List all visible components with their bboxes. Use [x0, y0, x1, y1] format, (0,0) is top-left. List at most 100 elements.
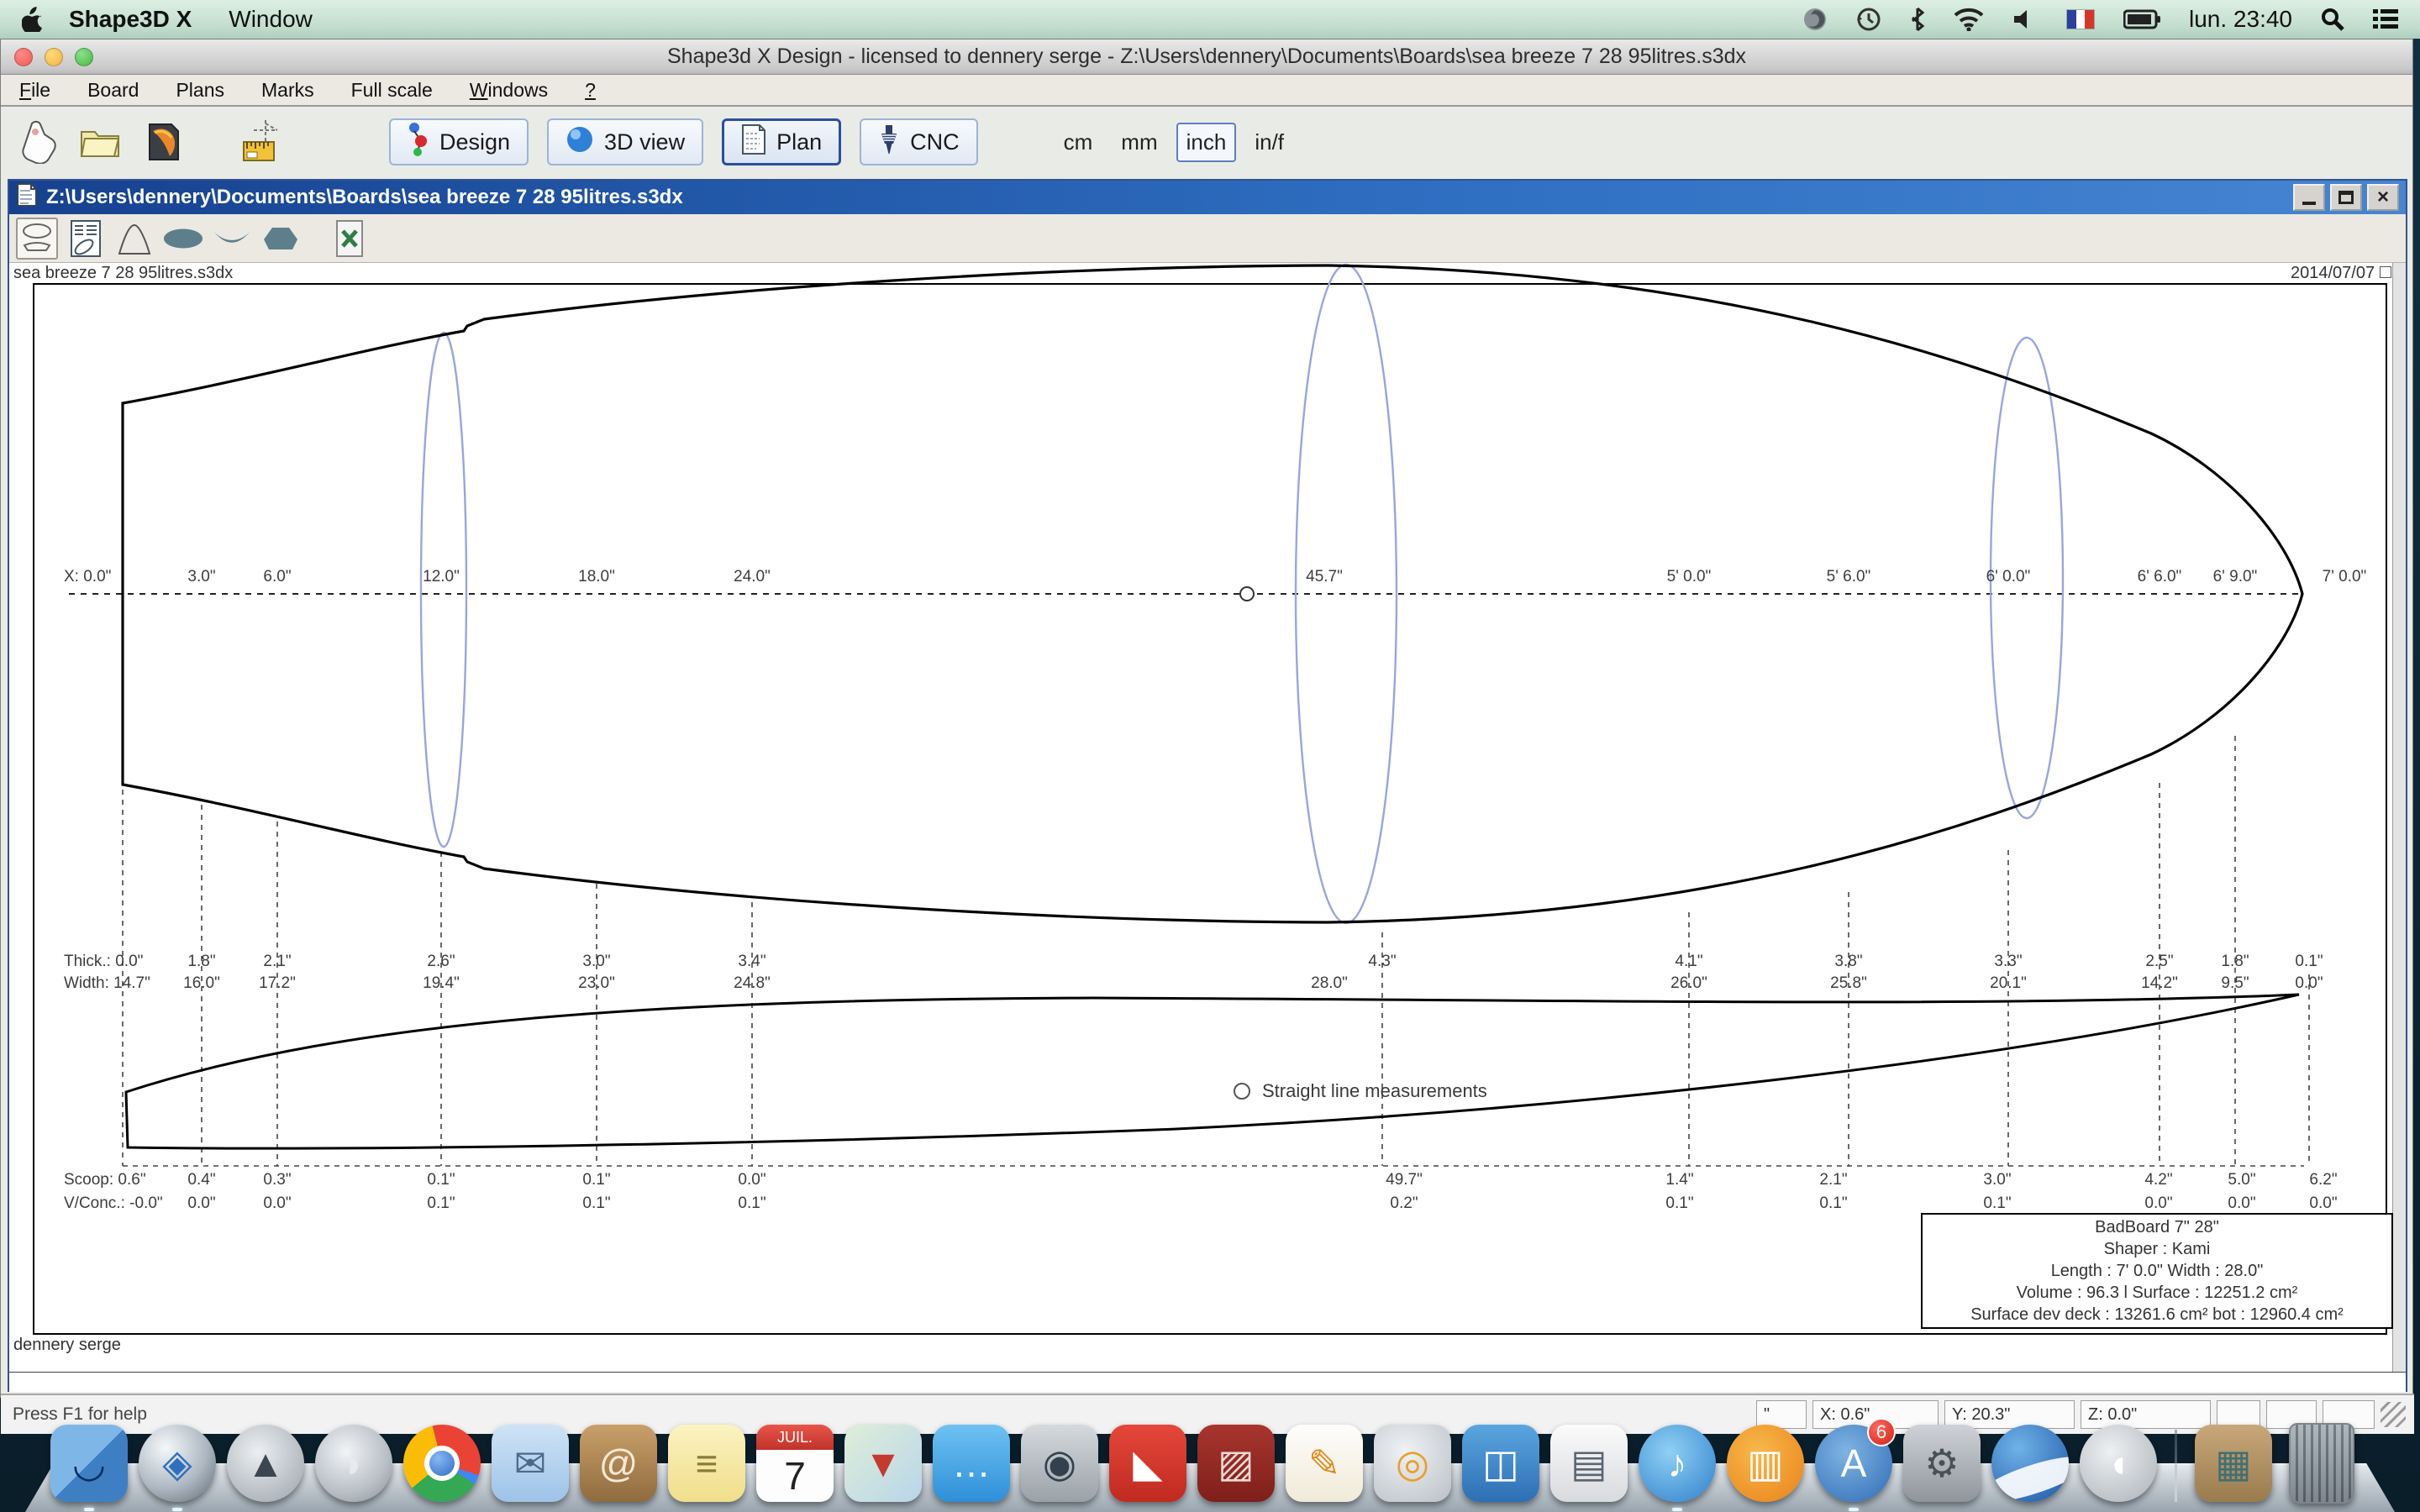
menu-board[interactable]: Board — [69, 79, 157, 102]
dock-launchpad[interactable]: ▲ — [227, 1425, 304, 1502]
mdi-maximize-button[interactable] — [2330, 184, 2362, 211]
contacts-icon[interactable]: @ — [580, 1425, 657, 1502]
date-checkbox[interactable] — [2380, 266, 2391, 278]
input-language-flag-fr[interactable] — [2066, 9, 2095, 29]
unit-mm[interactable]: mm — [1111, 123, 1167, 162]
export-excel-icon[interactable] — [329, 218, 371, 260]
messages-icon[interactable]: … — [933, 1425, 1010, 1502]
3d-view-button[interactable]: 3D view — [547, 118, 703, 165]
dock-ibooks[interactable]: ▥ — [1727, 1425, 1804, 1502]
ibooks-icon[interactable]: ▥ — [1727, 1425, 1804, 1502]
dock-system-preferences[interactable]: ⚙ — [1903, 1425, 1981, 1502]
measurements-table-icon[interactable] — [65, 218, 107, 260]
volume-icon[interactable] — [2012, 8, 2038, 31]
vertical-scrollbar[interactable] — [2392, 263, 2406, 1372]
dock-mail[interactable]: ✉ — [492, 1425, 569, 1502]
keynote-icon[interactable]: ◫ — [1462, 1425, 1539, 1502]
chrome-icon[interactable] — [403, 1425, 481, 1502]
facetime-icon[interactable]: ◉ — [1021, 1425, 1098, 1502]
dock-chrome[interactable] — [403, 1425, 481, 1502]
system-preferences-icon[interactable]: ⚙ — [1903, 1425, 1981, 1502]
photos-app-icon[interactable]: ▤ — [1550, 1425, 1628, 1502]
menu-plans[interactable]: Plans — [157, 79, 243, 102]
menubar-clock[interactable]: lun. 23:40 — [2189, 6, 2292, 33]
finder-icon[interactable]: ◡ — [50, 1425, 128, 1502]
window-titlebar[interactable]: Shape3d X Design - licensed to dennery s… — [1, 39, 2412, 75]
dock-itunes[interactable]: ♪ — [1639, 1425, 1716, 1502]
unit-cm[interactable]: cm — [1054, 123, 1103, 162]
notification-center-icon[interactable] — [2373, 8, 2398, 30]
menubar-app-name[interactable]: Shape3D X — [69, 6, 192, 33]
documents-stack-icon[interactable]: ▦ — [2195, 1425, 2272, 1502]
iphoto-icon[interactable]: ◎ — [1374, 1425, 1451, 1502]
dock-finder[interactable]: ◡ — [50, 1425, 128, 1502]
dock-keynote[interactable]: ◫ — [1462, 1425, 1539, 1502]
open-folder-icon[interactable] — [76, 118, 125, 166]
itunes-icon[interactable]: ♪ — [1639, 1425, 1716, 1502]
resize-grip[interactable] — [2381, 1402, 2406, 1427]
silver-disc-app-icon[interactable]: ◗ — [315, 1425, 392, 1502]
dock-trash[interactable] — [2283, 1425, 2360, 1502]
trash-icon[interactable] — [2289, 1423, 2354, 1504]
board-file-icon[interactable] — [139, 118, 187, 166]
launchpad-icon[interactable]: ▲ — [227, 1425, 304, 1502]
dock-google-earth[interactable] — [1991, 1425, 2069, 1502]
dock-silver-disc-app[interactable]: ◗ — [315, 1425, 392, 1502]
bottom-curve-icon[interactable] — [211, 218, 253, 260]
wifi-icon[interactable] — [1954, 8, 1984, 31]
foil-curve-icon[interactable] — [113, 218, 155, 260]
dock-app-store[interactable]: A6 — [1815, 1425, 1892, 1502]
dock-documents-stack[interactable]: ▦ — [2195, 1425, 2272, 1502]
mdi-minimize-button[interactable] — [2293, 184, 2325, 211]
spotlight-icon[interactable] — [2321, 8, 2344, 31]
bluetooth-icon[interactable] — [1910, 7, 1925, 32]
dock-facetime[interactable]: ◉ — [1021, 1425, 1098, 1502]
battery-icon[interactable] — [2123, 9, 2160, 29]
dock-gray-crescent-app[interactable]: ◖ — [2080, 1425, 2157, 1502]
apple-menu-icon[interactable] — [22, 7, 44, 32]
photo-booth-icon[interactable]: ▨ — [1197, 1425, 1275, 1502]
google-earth-icon[interactable] — [1991, 1425, 2069, 1502]
unit-inch[interactable]: inch — [1176, 123, 1237, 162]
dock-photos-app[interactable]: ▤ — [1550, 1425, 1628, 1502]
design-button[interactable]: Design — [389, 118, 529, 165]
mdi-titlebar[interactable]: Z:\Users\dennery\Documents\Boards\sea br… — [9, 181, 2406, 214]
dock-safari[interactable]: ◈ — [139, 1425, 216, 1502]
dock-photo-booth[interactable]: ▨ — [1197, 1425, 1275, 1502]
sketchup-icon[interactable]: ◣ — [1109, 1425, 1186, 1502]
menu-marks[interactable]: Marks — [243, 79, 333, 102]
dock-contacts[interactable]: @ — [580, 1425, 657, 1502]
unit-in-f[interactable]: in/f — [1244, 123, 1294, 162]
menu-fullscale[interactable]: Full scale — [333, 79, 451, 102]
notes-icon[interactable]: ≡ — [668, 1425, 745, 1502]
dock-calendar[interactable]: JUIL.7 — [756, 1425, 834, 1502]
radio-circle-icon[interactable] — [1234, 1083, 1250, 1100]
dock-pages[interactable]: ✎ — [1286, 1425, 1363, 1502]
safari-icon[interactable]: ◈ — [139, 1425, 216, 1502]
pointer-glove-icon[interactable] — [14, 118, 63, 166]
dock-messages[interactable]: … — [933, 1425, 1010, 1502]
swirl-status-icon[interactable] — [1802, 7, 1828, 32]
plan-shape-icon[interactable] — [162, 218, 204, 260]
dock-maps[interactable]: ▼ — [844, 1425, 922, 1502]
time-machine-icon[interactable] — [1856, 7, 1881, 32]
straight-line-radio[interactable]: Straight line measurements — [1234, 1080, 1487, 1102]
board-plan-view[interactable] — [9, 263, 2392, 1372]
cross-section-icon[interactable] — [260, 218, 302, 260]
mail-icon[interactable]: ✉ — [492, 1425, 569, 1502]
menu-file[interactable]: File — [1, 79, 69, 102]
plan-button[interactable]: Plan — [722, 118, 841, 165]
mdi-close-button[interactable]: × — [2367, 184, 2399, 211]
dock-sketchup[interactable]: ◣ — [1109, 1425, 1186, 1502]
cnc-button[interactable]: CNC — [860, 118, 978, 165]
gray-crescent-app-icon[interactable]: ◖ — [2080, 1425, 2157, 1502]
dock-notes[interactable]: ≡ — [668, 1425, 745, 1502]
calendar-icon[interactable]: JUIL.7 — [756, 1425, 834, 1502]
menubar-window-menu[interactable]: Window — [229, 6, 313, 33]
menu-windows[interactable]: Windows — [451, 79, 566, 102]
menu-[interactable]: ? — [566, 79, 614, 102]
outline-view-icon[interactable] — [16, 218, 58, 260]
pages-icon[interactable]: ✎ — [1286, 1425, 1363, 1502]
maps-icon[interactable]: ▼ — [844, 1425, 922, 1502]
ruler-icon[interactable] — [238, 118, 287, 166]
